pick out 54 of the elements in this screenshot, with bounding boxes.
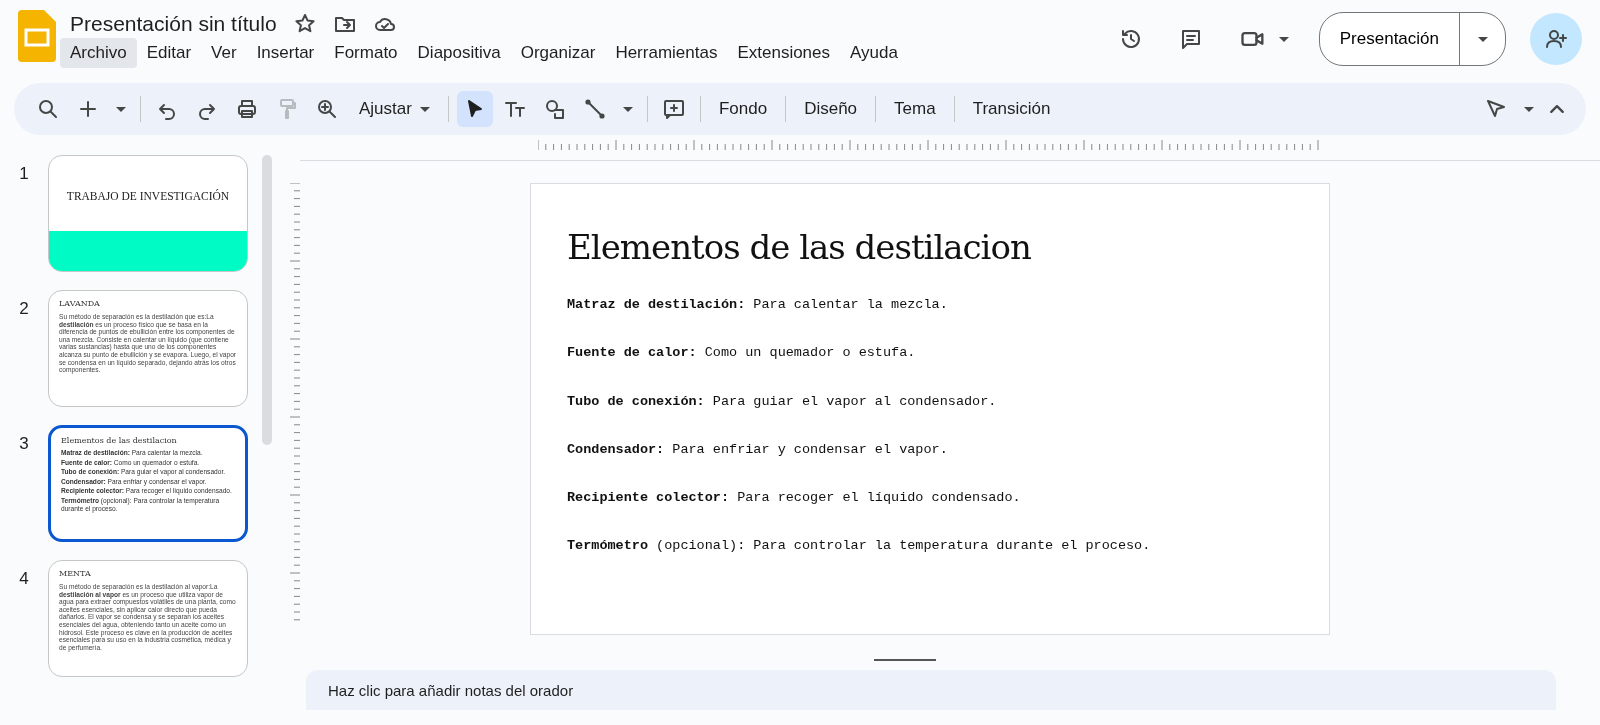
zoom-in-icon <box>315 97 339 121</box>
resize-handle[interactable] <box>874 659 936 661</box>
printer-icon <box>235 97 259 121</box>
speaker-notes-field[interactable]: Haz clic para añadir notas del orador <box>306 670 1556 710</box>
slide-thumbnail[interactable] <box>48 560 248 677</box>
menu-item[interactable]: Formato <box>324 38 408 68</box>
search-icon <box>36 97 60 121</box>
slide-text[interactable]: Tubo de conexión: Para guiar el vapor al condensador. <box>567 391 1293 412</box>
caret-icon <box>1477 36 1488 42</box>
menu-item[interactable]: Diapositiva <box>407 38 511 68</box>
toolbar-button[interactable]: Transición <box>962 90 1061 128</box>
slide-text[interactable]: Fuente de calor: Como un quemador o estufa. <box>567 343 1293 364</box>
menu-item[interactable]: Ayuda <box>840 38 908 68</box>
slide-text[interactable]: Termómetro (opcional): Para controlar la temperatura durante el proceso. <box>567 536 1293 557</box>
add-person-icon <box>1544 27 1568 51</box>
slide-title[interactable]: Elementos de las destilacion <box>567 222 1293 273</box>
slide-thumbnail[interactable]: TRABAJO DE INVESTIGACIÓN <box>48 155 248 272</box>
menu-item[interactable]: Ver <box>201 38 247 68</box>
menu-item[interactable]: Editar <box>136 38 202 68</box>
menu-item[interactable]: Archivo <box>60 38 137 68</box>
slides-logo-icon <box>18 10 56 62</box>
share-button[interactable] <box>1530 13 1582 65</box>
comment-icon <box>661 97 686 121</box>
thumbnail-title: MENTA <box>59 568 92 580</box>
caret-icon <box>622 106 633 112</box>
slide-number: 1 <box>18 163 30 185</box>
toolbar-button[interactable]: Diseño <box>794 90 868 128</box>
caret-icon <box>116 106 126 112</box>
toolbar-button[interactable]: Tema <box>884 90 946 128</box>
slide-text[interactable]: Recipiente colector: Para recoger el líquido condensado. <box>567 488 1293 509</box>
document-title[interactable]: Presentación sin título <box>70 10 277 38</box>
slide-text[interactable]: Condensador: Para enfriar y condensar el vapor. <box>567 439 1293 460</box>
slide-text[interactable]: Matraz de destilación: Para calentar la mezcla. <box>567 295 1293 316</box>
chevron-up-icon <box>1550 105 1564 113</box>
menu-item[interactable]: Insertar <box>246 38 325 68</box>
slide-thumbnail[interactable] <box>48 290 248 407</box>
slide-number: 2 <box>18 298 30 320</box>
thumbnail-title: Elementos de las destilacion <box>61 435 178 447</box>
scrollbar[interactable] <box>262 155 272 445</box>
caret-icon <box>1278 36 1289 42</box>
menu-item[interactable]: Organizar <box>510 38 606 68</box>
slide-thumbnail[interactable] <box>48 425 248 542</box>
cursor-arrow-tool[interactable] <box>456 91 493 127</box>
zoom-dropdown[interactable]: Ajustar <box>349 90 440 128</box>
menu-item[interactable]: Extensiones <box>727 38 841 68</box>
slide-number: 4 <box>18 568 30 590</box>
caret-icon <box>1524 106 1534 112</box>
slide-number: 3 <box>18 433 30 455</box>
thumbnail-title: TRABAJO DE INVESTIGACIÓN <box>65 189 231 203</box>
thumbnail-title: LAVANDA <box>59 298 101 310</box>
menu-item[interactable]: Herramientas <box>605 38 728 68</box>
line-icon <box>582 97 607 121</box>
caret-icon <box>419 106 430 112</box>
toolbar-button[interactable]: Fondo <box>708 90 778 128</box>
